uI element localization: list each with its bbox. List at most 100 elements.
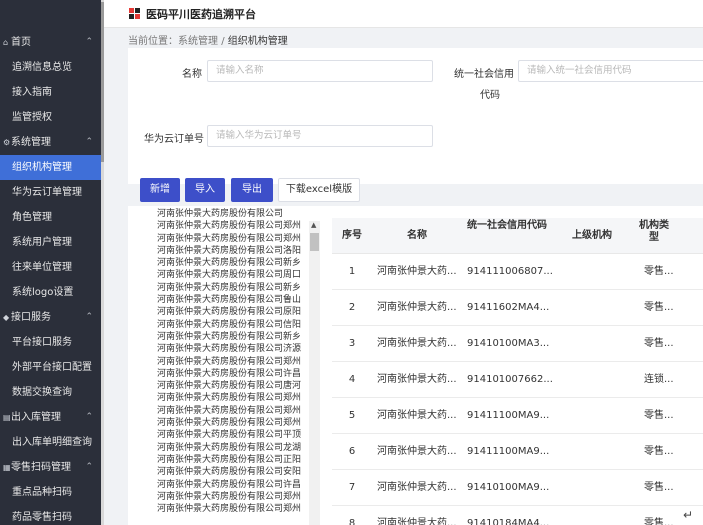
import-button[interactable]: 导入 — [185, 178, 225, 202]
sidebar-item-2[interactable]: 接入指南 — [0, 80, 101, 105]
cell-name: 河南张仲景大药... — [377, 446, 457, 457]
chevron-up-icon[interactable]: ⌃ — [85, 305, 93, 330]
org-list-item[interactable]: 河南张仲景大药房股份有限公司洛阳 — [154, 245, 309, 257]
sidebar-group-11[interactable]: ◆ 接口服务 ⌃ — [0, 305, 101, 330]
org-list-item[interactable]: 河南张仲景大药房股份有限公司许昌 — [154, 368, 309, 380]
table-row[interactable]: 7 河南张仲景大药... 91410100MA9... 零售... — [332, 470, 703, 506]
org-list-item[interactable]: 河南张仲景大药房股份有限公司安阳 — [154, 466, 309, 478]
cell-name: 河南张仲景大药... — [377, 482, 457, 493]
sidebar-item-3[interactable]: 监管授权 — [0, 105, 101, 130]
sidebar-item-label: 零售扫码管理 — [11, 462, 71, 473]
sidebar-item-18[interactable]: 重点品种扫码 — [0, 480, 101, 505]
col-name-header[interactable]: 名称 — [377, 218, 457, 254]
table-row[interactable]: 3 河南张仲景大药... 91410100MA3... 零售... — [332, 326, 703, 362]
scroll-up-arrow-icon[interactable]: ▲ — [311, 221, 316, 229]
sidebar-item-5[interactable]: 组织机构管理 — [0, 155, 101, 180]
sidebar-item-10[interactable]: 系统logo设置 — [0, 280, 101, 305]
table-row[interactable]: 8 河南张仲景大药... 91410184MA4... 零售... — [332, 506, 703, 525]
cell-credit: 91411100MA9... — [467, 410, 550, 421]
col-parent-header[interactable]: 上级机构 — [557, 218, 627, 254]
sidebar-item-label: 出入库单明细查询 — [12, 437, 92, 448]
table-row[interactable]: 1 河南张仲景大药... 914111006807... 零售... — [332, 254, 703, 290]
sidebar-item-label: 系统logo设置 — [12, 287, 74, 298]
cell-type: 零售... — [644, 446, 674, 457]
org-list-popup[interactable]: 河南张仲景大药房股份有限公司 河南张仲景大药房股份有限公司郑州 河南张仲景大药房股份… — [154, 208, 309, 525]
sidebar-item-19[interactable]: 药品零售扫码 — [0, 505, 101, 525]
org-list-item[interactable]: 河南张仲景大药房股份有限公司郑州 — [154, 392, 309, 404]
org-list-item[interactable]: 河南张仲景大药房股份有限公司郑州 — [154, 503, 309, 515]
cell-parent — [557, 434, 627, 470]
breadcrumb-parent[interactable]: 系统管理 — [178, 36, 218, 47]
brand-logo-icon — [129, 8, 141, 20]
app-root: ⌂ 首页 ⌃ 追溯信息总览 接入指南 监管授权 ⚙系统管理 ⌃ 组织机构管理 华为云订单管理 角色管… — [0, 0, 703, 525]
breadcrumb-prefix: 当前位置： — [128, 36, 178, 47]
cell-parent — [557, 254, 627, 290]
org-list-item[interactable]: 河南张仲景大药房股份有限公司郑州 — [154, 233, 309, 245]
sidebar-group-17[interactable]: ▦零售扫码管理 ⌃ — [0, 455, 101, 480]
chevron-up-icon[interactable]: ⌃ — [85, 130, 93, 155]
sidebar-group-4[interactable]: ⚙系统管理 ⌃ — [0, 130, 101, 155]
table-row[interactable]: 5 河南张仲景大药... 91411100MA9... 零售... — [332, 398, 703, 434]
table-row[interactable]: 2 河南张仲景大药... 91411602MA4... 零售... — [332, 290, 703, 326]
org-list-item[interactable]: 河南张仲景大药房股份有限公司许昌 — [154, 479, 309, 491]
sidebar-item-8[interactable]: 系统用户管理 — [0, 230, 101, 255]
filter-panel: 名称 请输入名称 统一社会信用 代码 请输入统一社会信用代码 华为云订单号 请输… — [128, 48, 703, 184]
cell-seq: 3 — [348, 338, 356, 349]
col-seq-header[interactable]: 序号 — [332, 218, 372, 254]
sidebar-item-6[interactable]: 华为云订单管理 — [0, 180, 101, 205]
org-list-item[interactable]: 河南张仲景大药房股份有限公司平顶 — [154, 429, 309, 441]
sidebar-item-7[interactable]: 角色管理 — [0, 205, 101, 230]
org-list-item[interactable]: 河南张仲景大药房股份有限公司正阳 — [154, 454, 309, 466]
menu-group-icon: ◆ — [3, 313, 10, 322]
sidebar-item-13[interactable]: 外部平台接口配置 — [0, 355, 101, 380]
chevron-up-icon[interactable]: ⌃ — [85, 455, 93, 480]
col-type-header[interactable]: 机构类型 — [638, 218, 670, 254]
cell-type: 连锁... — [644, 374, 674, 385]
breadcrumb-separator: / — [221, 36, 225, 47]
sidebar-item-label: 接口服务 — [11, 312, 51, 323]
export-button[interactable]: 导出 — [231, 178, 273, 202]
sidebar-group-0[interactable]: ⌂ 首页 ⌃ — [0, 30, 101, 55]
sidebar-item-16[interactable]: 出入库单明细查询 — [0, 430, 101, 455]
credit-code-input[interactable]: 请输入统一社会信用代码 — [518, 60, 703, 82]
org-list-item[interactable]: 河南张仲景大药房股份有限公司郑州 — [154, 405, 309, 417]
org-list-item[interactable]: 河南张仲景大药房股份有限公司 — [154, 208, 309, 220]
add-button[interactable]: 新增 — [140, 178, 180, 202]
menu-group-icon: ▤ — [3, 413, 11, 422]
org-list-scrollbar-thumb[interactable] — [310, 233, 319, 251]
org-list-item[interactable]: 河南张仲景大药房股份有限公司周口 — [154, 269, 309, 281]
cell-credit: 91411602MA4... — [467, 302, 550, 313]
name-input[interactable]: 请输入名称 — [207, 60, 433, 82]
org-list-item[interactable]: 河南张仲景大药房股份有限公司鲁山 — [154, 294, 309, 306]
org-list-item[interactable]: 河南张仲景大药房股份有限公司济源 — [154, 343, 309, 355]
download-template-button[interactable]: 下载excel模版 — [278, 178, 360, 202]
org-list-item[interactable]: 河南张仲景大药房股份有限公司新乡 — [154, 257, 309, 269]
sidebar-group-15[interactable]: ▤出入库管理 ⌃ — [0, 405, 101, 430]
cell-name: 河南张仲景大药... — [377, 518, 457, 525]
org-list-item[interactable]: 河南张仲景大药房股份有限公司龙湖 — [154, 442, 309, 454]
org-list-item[interactable]: 河南张仲景大药房股份有限公司郑州 — [154, 417, 309, 429]
org-list-item[interactable]: 河南张仲景大药房股份有限公司唐河 — [154, 380, 309, 392]
cell-type: 零售... — [644, 302, 674, 313]
cell-type: 零售... — [644, 482, 674, 493]
org-list-item[interactable]: 河南张仲景大药房股份有限公司郑州 — [154, 491, 309, 503]
cell-type: 零售... — [644, 338, 674, 349]
chevron-up-icon[interactable]: ⌃ — [85, 405, 93, 430]
org-list-item[interactable]: 河南张仲景大药房股份有限公司信阳 — [154, 319, 309, 331]
sidebar-item-1[interactable]: 追溯信息总览 — [0, 55, 101, 80]
cell-seq: 6 — [348, 446, 356, 457]
chevron-up-icon[interactable]: ⌃ — [85, 30, 93, 55]
org-list-scrollbar[interactable]: ▲ — [309, 221, 320, 525]
org-list-item[interactable]: 河南张仲景大药房股份有限公司郑州 — [154, 220, 309, 232]
org-list-item[interactable]: 河南张仲景大药房股份有限公司郑州 — [154, 356, 309, 368]
col-credit-header[interactable]: 统一社会信用代码 — [467, 218, 547, 254]
org-list-item[interactable]: 河南张仲景大药房股份有限公司新乡 — [154, 331, 309, 343]
org-list-item[interactable]: 河南张仲景大药房股份有限公司新乡 — [154, 282, 309, 294]
table-row[interactable]: 6 河南张仲景大药... 91411100MA9... 零售... — [332, 434, 703, 470]
sidebar-item-9[interactable]: 往来单位管理 — [0, 255, 101, 280]
table-row[interactable]: 4 河南张仲景大药... 914101007662... 连锁... — [332, 362, 703, 398]
sidebar-item-12[interactable]: 平台接口服务 — [0, 330, 101, 355]
sidebar-item-14[interactable]: 数据交换查询 — [0, 380, 101, 405]
huawei-order-input[interactable]: 请输入华为云订单号 — [207, 125, 433, 147]
org-list-item[interactable]: 河南张仲景大药房股份有限公司原阳 — [154, 306, 309, 318]
